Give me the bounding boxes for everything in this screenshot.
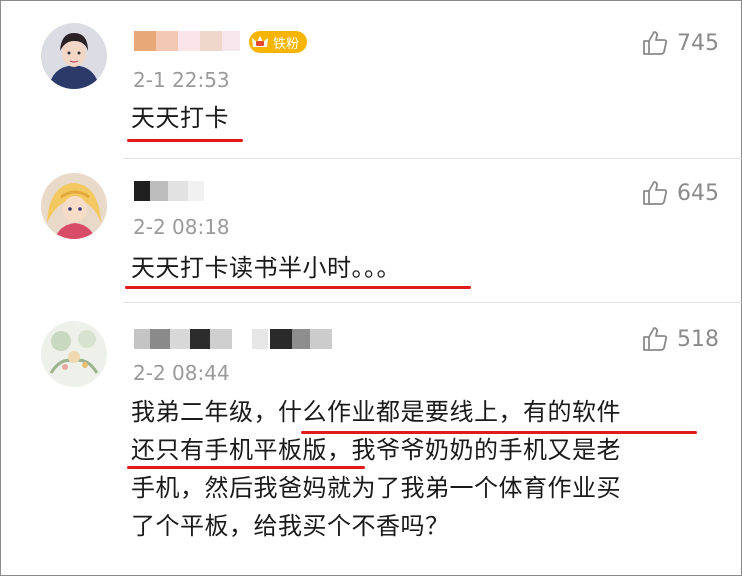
comment-time: 2-2 08:18 [133, 215, 230, 239]
like-count: 745 [677, 30, 719, 56]
highlight-underline [127, 139, 243, 142]
like-button[interactable]: 518 [641, 325, 719, 353]
comment-line: 我弟二年级，什么作业都是要线上，有的软件 [131, 398, 621, 426]
like-count: 518 [677, 326, 719, 352]
comment-time: 2-1 22:53 [133, 68, 230, 92]
avatar[interactable] [41, 173, 107, 239]
comment-line: 手机，然后我爸妈就为了我弟一个体育作业买 [131, 474, 621, 502]
crown-icon [249, 31, 271, 53]
username-blurred[interactable] [134, 181, 214, 201]
like-button[interactable]: 745 [641, 29, 719, 57]
comment-item: 2-2 08:44 518 我弟二年级，什么作业都是要线上，有的软件 还只有手机… [1, 303, 742, 577]
thumbs-up-icon [643, 181, 668, 205]
comment-line: 还只有手机平板版，我爷爷奶奶的手机又是老 [131, 436, 621, 464]
like-count: 645 [677, 180, 719, 206]
username-blurred[interactable] [134, 329, 344, 349]
like-button[interactable]: 645 [641, 179, 719, 207]
comment-line: 了个平板，给我买个不香吗？ [131, 512, 450, 540]
comment-item: 铁粉 2-1 22:53 745 天天打卡 [1, 1, 742, 159]
username-blurred[interactable] [134, 31, 244, 51]
badge-label: 铁粉 [273, 36, 300, 52]
comment-time: 2-2 08:44 [133, 361, 230, 385]
fan-badge: 铁粉 [249, 31, 308, 53]
avatar[interactable] [41, 23, 107, 89]
highlight-underline [127, 466, 365, 469]
comment-list: 铁粉 2-1 22:53 745 天天打卡 2-2 08:18 645 天天打卡… [0, 0, 742, 576]
thumbs-up-icon [643, 327, 668, 351]
thumbs-up-icon [643, 31, 668, 55]
comment-text: 天天打卡读书半小时。。。 [131, 249, 401, 287]
highlight-underline [301, 431, 697, 434]
avatar[interactable] [41, 321, 107, 387]
comment-text: 天天打卡 [131, 99, 229, 137]
comment-text: 我弟二年级，什么作业都是要线上，有的软件 还只有手机平板版，我爷爷奶奶的手机又是… [131, 393, 621, 545]
comment-line: 天天打卡读书半小时。。。 [131, 254, 401, 282]
comment-item: 2-2 08:18 645 天天打卡读书半小时。。。 [1, 159, 742, 303]
highlight-underline [125, 286, 471, 289]
comment-line: 天天打卡 [131, 104, 229, 132]
